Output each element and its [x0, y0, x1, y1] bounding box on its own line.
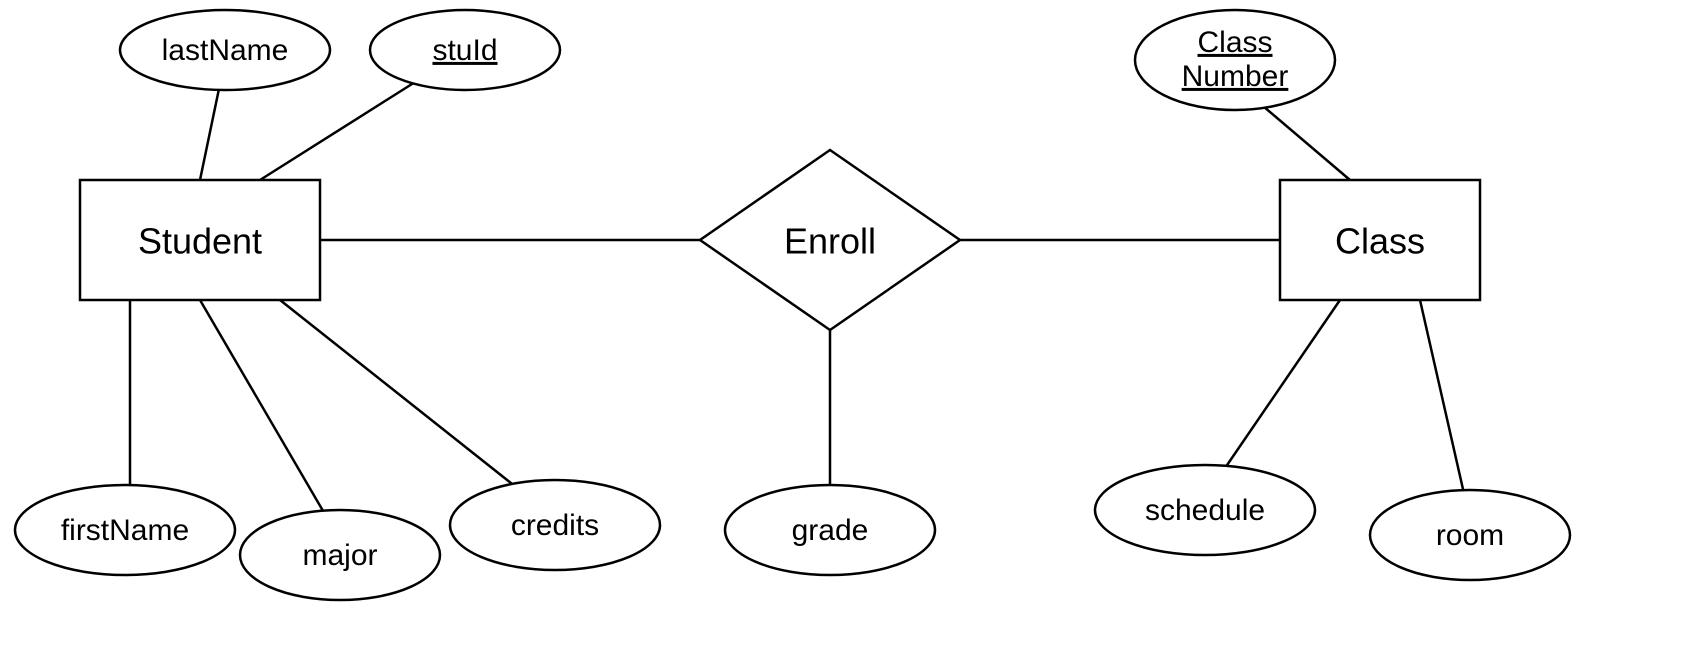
attr-lastname: lastName	[120, 10, 330, 90]
relationship-enroll: Enroll	[700, 150, 960, 330]
attr-classnumber: Class Number	[1135, 10, 1335, 110]
entity-class-label: Class	[1335, 221, 1425, 262]
attr-room-label: room	[1436, 519, 1504, 552]
attr-schedule: schedule	[1095, 465, 1315, 555]
edge-student-major	[200, 300, 340, 540]
entity-student: Student	[80, 180, 320, 300]
attr-grade: grade	[725, 485, 935, 575]
entity-class: Class	[1280, 180, 1480, 300]
edge-student-credits	[280, 300, 545, 510]
attr-major-label: major	[302, 539, 377, 572]
er-diagram: lastName stuId firstName major credits g…	[0, 0, 1705, 649]
edge-class-schedule	[1210, 300, 1340, 490]
attr-grade-label: grade	[792, 514, 869, 547]
attr-classnumber-label1: Class	[1197, 26, 1272, 59]
attr-lastname-label: lastName	[162, 34, 289, 67]
attr-credits-label: credits	[511, 509, 599, 542]
edge-class-room	[1420, 300, 1470, 520]
relationship-enroll-label: Enroll	[784, 221, 876, 262]
attr-room: room	[1370, 490, 1570, 580]
attr-major: major	[240, 510, 440, 600]
attr-firstname: firstName	[15, 485, 235, 575]
attr-stuid: stuId	[370, 10, 560, 90]
entity-student-label: Student	[138, 221, 262, 262]
attr-classnumber-label2: Number	[1182, 60, 1289, 93]
attr-credits: credits	[450, 480, 660, 570]
attr-stuid-label: stuId	[432, 34, 497, 67]
attr-firstname-label: firstName	[61, 514, 189, 547]
attr-schedule-label: schedule	[1145, 494, 1265, 527]
